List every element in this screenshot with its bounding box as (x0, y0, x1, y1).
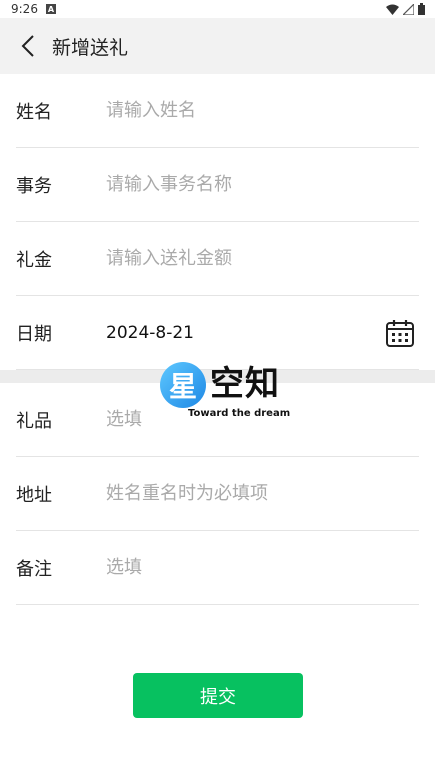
matter-label: 事务 (16, 175, 52, 197)
matter-row: 事务 (16, 148, 419, 222)
money-label: 礼金 (16, 249, 52, 271)
date-value[interactable]: 2024-8-21 (106, 323, 385, 343)
remark-label: 备注 (16, 558, 52, 580)
app-header: 新增送礼 (0, 18, 435, 74)
gift-form: 姓名 事务 礼金 日期 2024-8-21 (0, 74, 435, 370)
date-row[interactable]: 日期 2024-8-21 (16, 296, 419, 370)
money-input[interactable] (106, 248, 419, 269)
money-row: 礼金 (16, 222, 419, 296)
gift-form-extra: 礼品 地址 备注 (0, 383, 435, 605)
address-input[interactable] (106, 483, 419, 504)
name-input[interactable] (106, 100, 419, 121)
remark-row: 备注 (16, 531, 419, 605)
calendar-icon[interactable] (385, 318, 415, 348)
gift-row: 礼品 (16, 383, 419, 457)
name-row: 姓名 (16, 74, 419, 148)
submit-area: 提交 (133, 673, 303, 718)
address-label: 地址 (16, 484, 52, 506)
status-time: 9:26 (11, 2, 38, 16)
notification-icon: A (45, 4, 56, 14)
matter-input[interactable] (106, 174, 419, 195)
date-label: 日期 (16, 323, 52, 345)
chevron-left-icon (21, 35, 34, 57)
gift-label: 礼品 (16, 410, 52, 432)
name-label: 姓名 (16, 101, 52, 123)
address-row: 地址 (16, 457, 419, 531)
status-bar: 9:26 A (0, 0, 435, 18)
battery-icon (418, 3, 425, 15)
remark-input[interactable] (106, 557, 419, 578)
page-title: 新增送礼 (52, 36, 129, 59)
back-button[interactable] (4, 18, 52, 74)
wifi-icon (386, 4, 399, 15)
gift-input[interactable] (106, 409, 419, 430)
signal-icon (403, 3, 414, 15)
section-divider (0, 370, 435, 383)
submit-button[interactable]: 提交 (133, 673, 303, 718)
